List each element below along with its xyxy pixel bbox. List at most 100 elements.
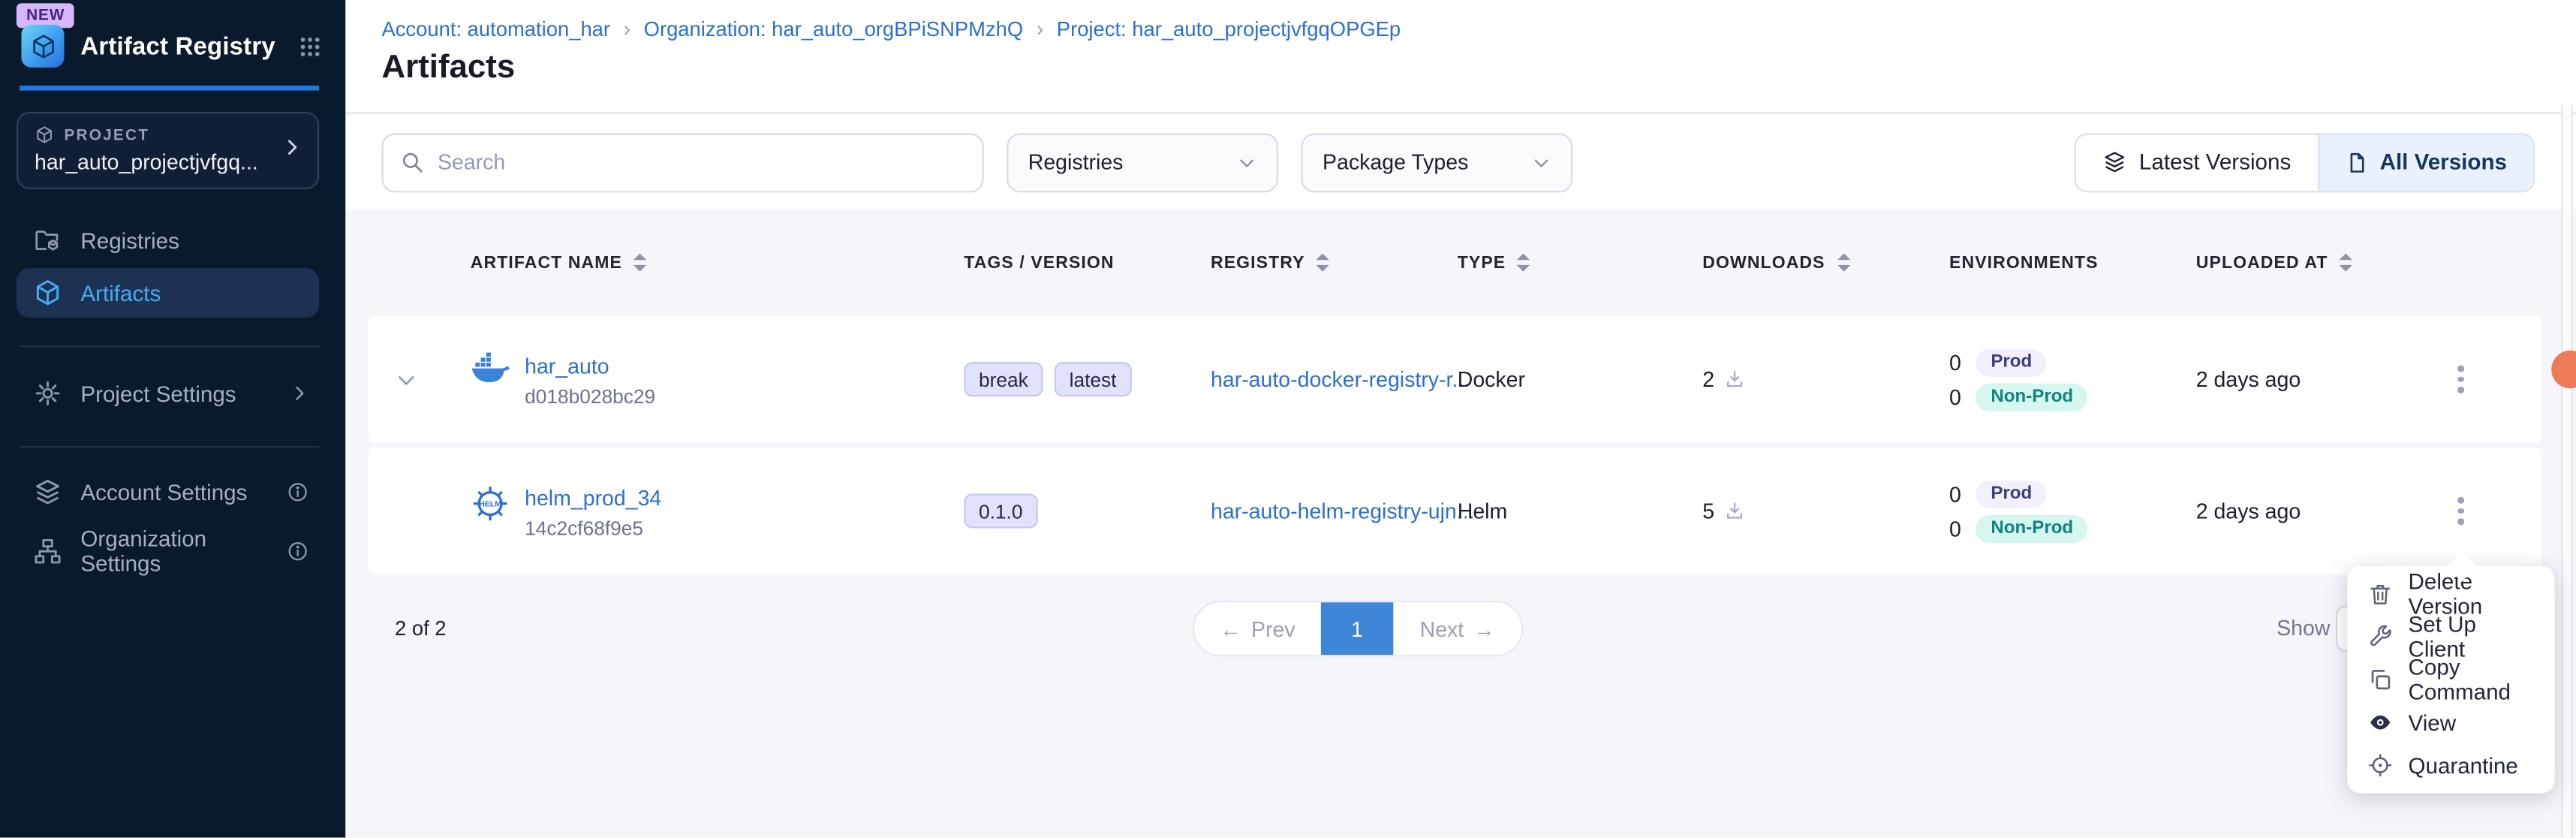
menu-item-delete-version[interactable]: Delete Version [2347, 573, 2554, 616]
sidebar-item-label: Registries [80, 228, 179, 253]
sidebar-item-project-settings[interactable]: Project Settings [17, 369, 319, 418]
column-header-tags-version: TAGS / VERSION [964, 252, 1211, 272]
row-actions-kebab-icon[interactable] [2421, 366, 2487, 393]
info-icon[interactable] [286, 481, 309, 504]
gear-icon [33, 378, 62, 408]
column-header-registry[interactable]: REGISTRY [1211, 252, 1458, 272]
prev-label: Prev [1251, 616, 1296, 641]
registries-filter-dropdown[interactable]: Registries [1007, 132, 1278, 191]
search-input[interactable] [438, 149, 966, 174]
breadcrumb: Account: automation_har › Organization: … [381, 17, 1401, 41]
menu-item-view[interactable]: View [2347, 701, 2554, 744]
helm-icon [471, 483, 510, 523]
artifact-type: Docker [1458, 367, 1703, 392]
prev-page-button[interactable]: ← Prev [1194, 602, 1321, 655]
sidebar-item-label: Artifacts [80, 281, 161, 306]
search-box [381, 132, 983, 191]
vertical-scrollbar[interactable] [2561, 105, 2572, 838]
main-content: Account: automation_har › Organization: … [345, 0, 2576, 838]
prod-count: 0 [1949, 350, 1961, 375]
uploaded-at: 2 days ago [2196, 367, 2421, 392]
sidebar-item-artifacts[interactable]: Artifacts [17, 268, 319, 318]
quarantine-icon [2367, 752, 2394, 779]
row-expander-chevron-icon[interactable] [369, 368, 444, 391]
project-selector[interactable]: PROJECT har_auto_projectjvfgq... [17, 112, 319, 189]
column-label: DOWNLOADS [1702, 252, 1825, 272]
layers-icon [33, 478, 62, 507]
column-label: ARTIFACT NAME [471, 252, 622, 272]
page-title: Artifacts [381, 50, 515, 87]
artifact-digest: 14c2cf68f9e5 [525, 516, 661, 539]
sort-icon [1837, 254, 1850, 271]
all-versions-button[interactable]: All Versions [2317, 134, 2533, 191]
table-row: har_auto d018b028bc29 break latest har-a… [369, 316, 2541, 443]
breadcrumb-separator: › [624, 17, 631, 41]
pagination-summary: 2 of 2 [395, 601, 447, 657]
downloads-count: 2 [1702, 367, 1714, 392]
project-name: har_auto_projectjvfgq... [35, 149, 301, 174]
latest-versions-label: Latest Versions [2139, 149, 2291, 174]
page-header: Account: automation_har › Organization: … [345, 0, 2576, 113]
sidebar-item-label: Project Settings [80, 381, 236, 405]
column-label: TYPE [1458, 252, 1506, 272]
sidebar-item-organization-settings[interactable]: Organization Settings [17, 526, 319, 576]
uploaded-at: 2 days ago [2196, 499, 2421, 523]
column-header-environments: ENVIRONMENTS [1949, 252, 2196, 272]
next-label: Next [1420, 616, 1464, 641]
nonprod-count: 0 [1949, 516, 1961, 541]
column-header-uploaded-at[interactable]: UPLOADED AT [2196, 252, 2421, 272]
package-types-filter-dropdown[interactable]: Package Types [1302, 132, 1573, 191]
table-header-row: ARTIFACT NAME TAGS / VERSION REGISTRY TY… [369, 209, 2541, 315]
sidebar-item-account-settings[interactable]: Account Settings [17, 467, 319, 517]
dropdown-label: Registries [1028, 149, 1124, 174]
breadcrumb-account-link[interactable]: Account: automation_har [381, 17, 610, 41]
prod-badge: Prod [1976, 480, 2047, 508]
nonprod-count: 0 [1949, 384, 1961, 409]
sort-icon [2340, 254, 2353, 271]
column-label: TAGS / VERSION [964, 252, 1114, 272]
prev-arrow: ← [1220, 616, 1241, 641]
sidebar-item-registries[interactable]: Registries [17, 216, 319, 265]
brand-divider [20, 86, 319, 89]
version-badge[interactable]: 0.1.0 [964, 493, 1037, 528]
column-label: ENVIRONMENTS [1949, 252, 2099, 272]
version-view-toggle: Latest Versions All Versions [2075, 132, 2535, 191]
artifacts-box-icon [33, 278, 62, 307]
all-versions-label: All Versions [2380, 149, 2507, 174]
eye-icon [2367, 710, 2394, 736]
menu-item-set-up-client[interactable]: Set Up Client [2347, 616, 2554, 659]
artifact-name-link[interactable]: helm_prod_34 [525, 483, 661, 511]
search-icon [400, 149, 425, 174]
tag-badge[interactable]: latest [1055, 362, 1131, 396]
app-grid-icon[interactable] [298, 34, 323, 59]
app-header: Artifact Registry [21, 25, 322, 68]
table-row: helm_prod_34 14c2cf68f9e5 0.1.0 har-auto… [369, 448, 2541, 574]
breadcrumb-organization-link[interactable]: Organization: har_auto_orgBPiSNPMzhQ [644, 17, 1024, 41]
menu-item-quarantine[interactable]: Quarantine [2347, 744, 2554, 787]
sidebar-divider [20, 446, 319, 448]
column-header-artifact-name[interactable]: ARTIFACT NAME [444, 252, 964, 272]
nonprod-badge: Non-Prod [1976, 383, 2088, 411]
dropdown-label: Package Types [1323, 149, 1468, 174]
file-icon [2346, 151, 2369, 174]
copy-icon [2367, 667, 2394, 693]
menu-item-copy-command[interactable]: Copy Command [2347, 659, 2554, 701]
breadcrumb-project-link[interactable]: Project: har_auto_projectjvfgqOPGEp [1057, 17, 1401, 41]
artifact-registry-logo-icon [21, 25, 64, 68]
tag-badge[interactable]: break [964, 362, 1043, 396]
info-icon[interactable] [286, 540, 309, 563]
column-header-type[interactable]: TYPE [1458, 252, 1703, 272]
registry-link[interactable]: har-auto-docker-registry-r... [1211, 366, 1470, 391]
registry-link[interactable]: har-auto-helm-registry-ujn... [1211, 498, 1475, 523]
row-actions-kebab-icon[interactable] [2421, 497, 2487, 524]
menu-item-label: View [2409, 710, 2457, 735]
project-cube-icon [35, 125, 54, 145]
next-page-button[interactable]: Next → [1393, 602, 1521, 655]
artifact-name-link[interactable]: har_auto [525, 351, 655, 379]
latest-versions-button[interactable]: Latest Versions [2077, 134, 2318, 191]
row-context-menu: Delete Version Set Up Client Copy Comman… [2347, 566, 2554, 793]
artifacts-table: ARTIFACT NAME TAGS / VERSION REGISTRY TY… [369, 209, 2541, 673]
column-header-downloads[interactable]: DOWNLOADS [1702, 252, 1949, 272]
page-number-button[interactable]: 1 [1321, 602, 1393, 655]
download-icon [1724, 500, 1745, 521]
